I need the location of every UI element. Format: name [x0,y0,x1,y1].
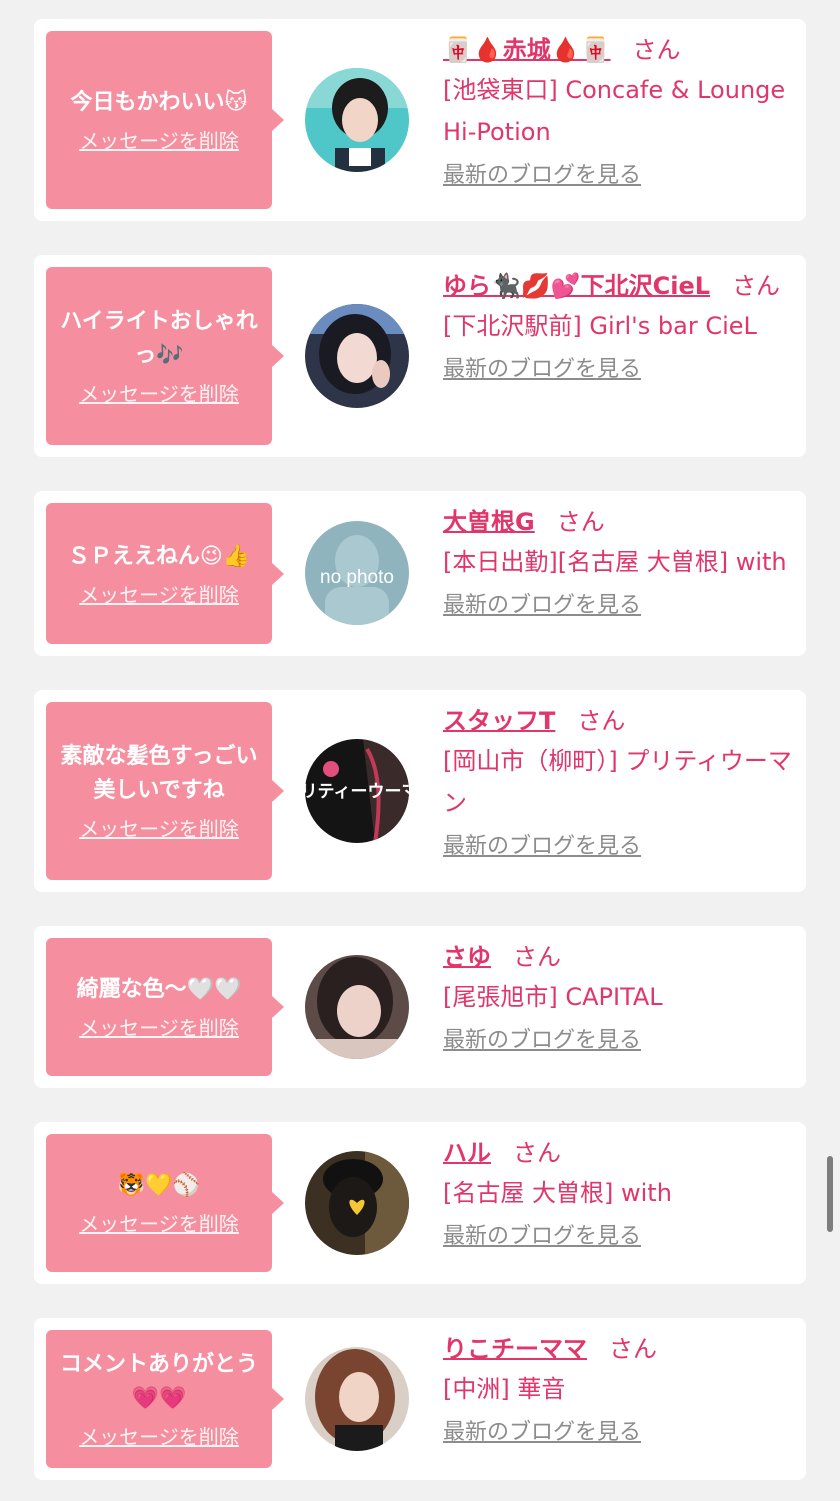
sender-name-link[interactable]: ハル [443,1139,491,1167]
honorific: さん [556,508,605,536]
avatar-photo-icon [305,1151,409,1255]
sender-name-link[interactable]: 🀄🩸赤城🩸🀄 [443,36,611,64]
delete-message-link[interactable]: メッセージを削除 [79,381,239,407]
message-text: 綺麗な色〜🤍🤍 [76,977,242,1002]
message-text: 🐯💛⚾ [117,1173,201,1198]
avatar[interactable] [305,955,409,1059]
sender-info: りこチーママ さん [中洲] 華音 最新のブログを見る [443,1330,793,1448]
shop-name: [岡山市（柳町）] プリティウーマン [443,747,792,817]
message-card: 綺麗な色〜🤍🤍 メッセージを削除 さゆ さん [尾張旭市] CAPITAL 最新の… [34,926,806,1088]
message-card: 今日もかわいい😽 メッセージを削除 🀄🩸赤城🩸🀄 さん [池袋東口] Concaf… [34,19,806,221]
sender-name-link[interactable]: 大曽根G [443,508,535,536]
no-photo-icon: no photo [305,521,409,625]
shop-name: [下北沢駅前] Girl's bar CieL [443,312,757,340]
message-bubble: ＳＰええねん😉👍 メッセージを削除 [46,503,284,644]
message-card: ハイライトおしゃれっ🎶 メッセージを削除 ゆら🐈‍⬛💋💕下北沢CieL さん [下… [34,255,806,457]
shop-name: [尾張旭市] CAPITAL [443,983,663,1011]
sender-name-line: さゆ さん [443,938,793,976]
sender-name-link[interactable]: スタッフT [443,707,555,735]
avatar[interactable]: プリティーウーマ [305,739,409,843]
latest-blog-link[interactable]: 最新のブログを見る [443,1222,641,1252]
avatar-photo-icon [305,955,409,1059]
sender-info: 🀄🩸赤城🩸🀄 さん [池袋東口] Concafe & Lounge Hi-Poti… [443,31,793,191]
message-text: 素敵な髪色すっごい美しいですね [60,744,258,803]
sender-name-link[interactable]: りこチーママ [443,1335,587,1363]
message-bubble: 素敵な髪色すっごい美しいですね メッセージを削除 [46,702,284,880]
message-card: ＳＰええねん😉👍 メッセージを削除 no photo 大曽根G さん [本日出勤]… [34,491,806,656]
message-bubble: ハイライトおしゃれっ🎶 メッセージを削除 [46,267,284,445]
shop-name: [中洲] 華音 [443,1375,566,1403]
sender-name-line: 🀄🩸赤城🩸🀄 さん [443,31,793,69]
sender-info: スタッフT さん [岡山市（柳町）] プリティウーマン 最新のブログを見る [443,702,793,862]
honorific: さん [732,272,781,300]
avatar-photo-icon [305,1347,409,1451]
delete-message-link[interactable]: メッセージを削除 [79,582,239,608]
latest-blog-link[interactable]: 最新のブログを見る [443,1418,641,1448]
sender-info: ハル さん [名古屋 大曽根] with 最新のブログを見る [443,1134,793,1252]
avatar[interactable] [305,1151,409,1255]
avatar[interactable] [305,68,409,172]
message-text: 今日もかわいい😽 [70,90,248,115]
avatar-photo-icon [305,304,409,408]
avatar[interactable] [305,1347,409,1451]
honorific: さん [609,1335,657,1363]
latest-blog-link[interactable]: 最新のブログを見る [443,161,641,191]
shop-name: [名古屋 大曽根] with [443,1179,672,1207]
sender-name-line: りこチーママ さん [443,1330,793,1368]
message-text: ＳＰええねん😉👍 [67,543,251,569]
honorific: さん [513,943,561,971]
latest-blog-link[interactable]: 最新のブログを見る [443,1026,641,1056]
scrollbar[interactable] [827,1156,833,1232]
no-photo-label: no photo [320,567,394,588]
sender-name-link[interactable]: ゆら🐈‍⬛💋💕下北沢CieL [443,272,710,300]
sender-name-line: ハル さん [443,1134,793,1172]
sender-info: ゆら🐈‍⬛💋💕下北沢CieL さん [下北沢駅前] Girl's bar CieL… [443,267,793,385]
message-card: 素敵な髪色すっごい美しいですね メッセージを削除 プリティーウーマ スタッフT さ… [34,690,806,892]
honorific: さん [632,36,681,64]
message-bubble: コメントありがとう💗💗 メッセージを削除 [46,1330,284,1468]
sender-info: 大曽根G さん [本日出勤][名古屋 大曽根] with 最新のブログを見る [443,503,793,621]
sender-info: さゆ さん [尾張旭市] CAPITAL 最新のブログを見る [443,938,793,1056]
delete-message-link[interactable]: メッセージを削除 [79,1424,239,1450]
latest-blog-link[interactable]: 最新のブログを見る [443,355,641,385]
message-text: コメントありがとう💗💗 [59,1352,258,1411]
sender-name-link[interactable]: さゆ [443,943,491,971]
latest-blog-link[interactable]: 最新のブログを見る [443,832,641,862]
honorific: さん [577,707,626,735]
delete-message-link[interactable]: メッセージを削除 [79,1211,239,1237]
shop-name: [本日出勤][名古屋 大曽根] with [443,548,787,576]
message-bubble: 今日もかわいい😽 メッセージを削除 [46,31,284,209]
delete-message-link[interactable]: メッセージを削除 [79,1015,239,1041]
avatar[interactable] [305,304,409,408]
sender-name-line: 大曽根G さん [443,503,793,541]
delete-message-link[interactable]: メッセージを削除 [79,816,239,842]
message-card: コメントありがとう💗💗 メッセージを削除 りこチーママ さん [中洲] 華音 最新… [34,1318,806,1480]
logo-text: プリティーウーマ [305,781,409,802]
latest-blog-link[interactable]: 最新のブログを見る [443,591,641,621]
message-bubble: 綺麗な色〜🤍🤍 メッセージを削除 [46,938,284,1076]
message-bubble: 🐯💛⚾ メッセージを削除 [46,1134,284,1272]
honorific: さん [513,1139,561,1167]
avatar[interactable]: no photo [305,521,409,625]
shop-name: [池袋東口] Concafe & Lounge Hi-Potion [443,76,786,146]
message-card: 🐯💛⚾ メッセージを削除 ハル さん [名古屋 大曽根] with 最新のブログを… [34,1122,806,1284]
sender-name-line: スタッフT さん [443,702,793,740]
message-text: ハイライトおしゃれっ🎶 [60,309,258,368]
avatar-logo-icon: プリティーウーマ [305,739,409,843]
avatar-photo-icon [305,68,409,172]
delete-message-link[interactable]: メッセージを削除 [79,128,239,154]
sender-name-line: ゆら🐈‍⬛💋💕下北沢CieL さん [443,267,793,305]
message-list-page: 今日もかわいい😽 メッセージを削除 🀄🩸赤城🩸🀄 さん [池袋東口] Concaf… [0,0,840,1501]
